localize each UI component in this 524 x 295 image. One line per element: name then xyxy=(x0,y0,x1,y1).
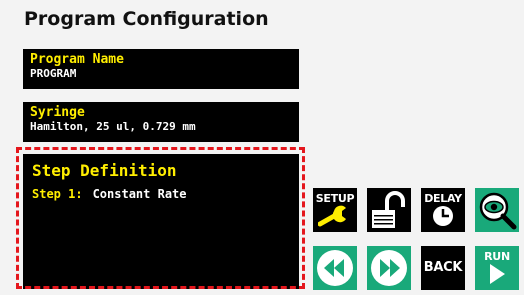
run-button[interactable]: RUN xyxy=(475,246,519,290)
delay-label: DELAY xyxy=(424,192,462,205)
back-button[interactable]: BACK xyxy=(421,246,465,290)
syringe-field[interactable]: Syringe Hamilton, 25 ul, 0.729 mm xyxy=(23,102,299,142)
magnifier-eye-icon xyxy=(479,192,517,230)
syringe-value: Hamilton, 25 ul, 0.729 mm xyxy=(30,120,196,133)
selection-highlight xyxy=(16,147,305,289)
view-button[interactable] xyxy=(475,188,519,232)
next-step-button[interactable] xyxy=(367,246,411,290)
page-title: Program Configuration xyxy=(24,8,269,30)
wrench-icon xyxy=(318,205,346,227)
delay-button[interactable]: DELAY xyxy=(421,188,465,232)
program-name-field[interactable]: Program Name PROGRAM xyxy=(23,49,299,89)
rewind-icon xyxy=(317,250,353,286)
unlocked-padlock-icon xyxy=(372,191,405,228)
play-icon xyxy=(490,264,505,284)
lock-button[interactable] xyxy=(367,188,411,232)
run-label: RUN xyxy=(484,250,510,263)
syringe-label: Syringe xyxy=(30,105,85,120)
back-label: BACK xyxy=(423,260,463,275)
fast-forward-icon xyxy=(371,250,407,286)
setup-button[interactable]: SETUP xyxy=(313,188,357,232)
program-name-label: Program Name xyxy=(30,52,124,67)
program-name-value: PROGRAM xyxy=(30,67,77,80)
setup-label: SETUP xyxy=(315,192,355,205)
previous-step-button[interactable] xyxy=(313,246,357,290)
clock-icon xyxy=(433,206,453,226)
